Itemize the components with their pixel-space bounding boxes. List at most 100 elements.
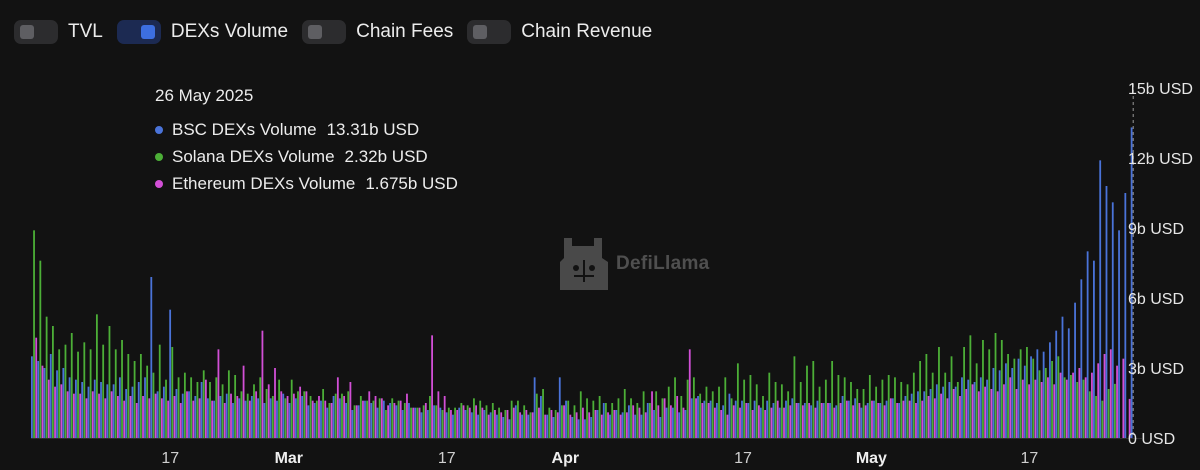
bar-ethereum[interactable]: [274, 368, 276, 438]
bar-solana[interactable]: [1114, 383, 1116, 438]
bar-solana[interactable]: [221, 384, 224, 438]
bar-bsc[interactable]: [370, 403, 373, 438]
bar-ethereum[interactable]: [179, 403, 182, 438]
bar-solana[interactable]: [561, 405, 563, 438]
bar-bsc[interactable]: [1124, 193, 1127, 438]
bar-ethereum[interactable]: [1097, 363, 1100, 438]
bar-bsc[interactable]: [326, 407, 329, 438]
bar-ethereum[interactable]: [481, 407, 484, 438]
bar-bsc[interactable]: [376, 407, 379, 438]
bar-ethereum[interactable]: [713, 407, 716, 438]
bar-bsc[interactable]: [1099, 160, 1102, 438]
bar-bsc[interactable]: [502, 417, 505, 438]
bar-ethereum[interactable]: [418, 407, 421, 438]
bar-solana[interactable]: [529, 412, 532, 438]
bar-solana[interactable]: [171, 347, 174, 438]
bar-solana[interactable]: [127, 354, 130, 438]
bar-solana[interactable]: [215, 377, 218, 438]
bar-solana[interactable]: [824, 379, 827, 438]
bar-bsc[interactable]: [797, 403, 800, 438]
bar-bsc[interactable]: [332, 396, 335, 438]
bar-ethereum[interactable]: [594, 410, 597, 438]
bar-ethereum[interactable]: [839, 403, 842, 438]
bar-bsc[interactable]: [1067, 328, 1070, 438]
bar-solana[interactable]: [347, 391, 350, 438]
bar-ethereum[interactable]: [915, 403, 917, 438]
bar-ethereum[interactable]: [657, 405, 660, 438]
bar-ethereum[interactable]: [569, 414, 572, 438]
bar-ethereum[interactable]: [443, 396, 446, 438]
bar-solana[interactable]: [630, 398, 632, 438]
bar-bsc[interactable]: [565, 400, 567, 438]
bar-bsc[interactable]: [175, 389, 178, 438]
bar-ethereum[interactable]: [682, 407, 685, 438]
bar-solana[interactable]: [454, 407, 456, 438]
bar-ethereum[interactable]: [1072, 372, 1074, 438]
bar-bsc[interactable]: [803, 403, 806, 438]
bar-solana[interactable]: [711, 391, 714, 438]
bar-ethereum[interactable]: [701, 403, 704, 438]
bar-ethereum[interactable]: [236, 396, 239, 438]
bar-bsc[interactable]: [250, 396, 253, 438]
bar-solana[interactable]: [1026, 347, 1028, 438]
bar-solana[interactable]: [919, 361, 922, 438]
bar-solana[interactable]: [89, 349, 92, 438]
bar-bsc[interactable]: [1055, 330, 1058, 438]
bar-bsc[interactable]: [483, 410, 486, 438]
bar-ethereum[interactable]: [883, 405, 886, 438]
bar-solana[interactable]: [1063, 377, 1066, 438]
bar-bsc[interactable]: [1017, 358, 1020, 438]
bar-ethereum[interactable]: [437, 391, 440, 438]
bar-solana[interactable]: [1088, 391, 1091, 438]
bar-ethereum[interactable]: [318, 396, 320, 438]
bar-solana[interactable]: [636, 403, 639, 438]
bar-bsc[interactable]: [571, 417, 574, 438]
bar-bsc[interactable]: [181, 393, 184, 438]
bar-ethereum[interactable]: [1109, 349, 1112, 438]
bar-bsc[interactable]: [684, 410, 687, 438]
bar-solana[interactable]: [1044, 368, 1047, 438]
bar-bsc[interactable]: [917, 391, 919, 438]
bar-solana[interactable]: [1057, 356, 1060, 438]
bar-ethereum[interactable]: [468, 407, 471, 438]
bar-solana[interactable]: [284, 398, 287, 438]
bar-ethereum[interactable]: [393, 403, 396, 438]
bar-ethereum[interactable]: [431, 335, 433, 438]
bar-ethereum[interactable]: [776, 400, 779, 438]
bar-bsc[interactable]: [395, 405, 398, 438]
bar-ethereum[interactable]: [267, 384, 270, 438]
bar-solana[interactable]: [592, 400, 595, 438]
bar-ethereum[interactable]: [726, 414, 729, 438]
bar-ethereum[interactable]: [1047, 377, 1049, 438]
bar-ethereum[interactable]: [695, 398, 697, 438]
bar-bsc[interactable]: [709, 400, 712, 438]
bar-solana[interactable]: [165, 379, 167, 438]
bar-bsc[interactable]: [653, 410, 655, 438]
bar-solana[interactable]: [359, 396, 362, 438]
bar-bsc[interactable]: [62, 368, 65, 438]
bar-ethereum[interactable]: [487, 414, 490, 438]
bar-ethereum[interactable]: [230, 393, 232, 438]
bar-bsc[interactable]: [477, 414, 479, 438]
bar-bsc[interactable]: [188, 391, 190, 438]
bar-bsc[interactable]: [1130, 127, 1133, 439]
bar-ethereum[interactable]: [292, 393, 295, 438]
bar-ethereum[interactable]: [827, 403, 829, 438]
bar-solana[interactable]: [831, 361, 834, 438]
bar-solana[interactable]: [1038, 370, 1041, 438]
bar-ethereum[interactable]: [921, 400, 924, 438]
bar-bsc[interactable]: [948, 382, 951, 438]
bar-bsc[interactable]: [1080, 279, 1083, 438]
bar-ethereum[interactable]: [148, 398, 151, 438]
bar-bsc[interactable]: [452, 414, 454, 438]
bar-ethereum[interactable]: [104, 398, 107, 438]
bar-ethereum[interactable]: [833, 407, 836, 438]
bar-solana[interactable]: [1095, 396, 1097, 438]
bar-ethereum[interactable]: [1021, 379, 1024, 438]
bar-bsc[interactable]: [200, 382, 203, 438]
bar-solana[interactable]: [183, 372, 186, 438]
bar-bsc[interactable]: [533, 377, 536, 438]
bar-solana[interactable]: [768, 372, 771, 438]
bar-solana[interactable]: [121, 340, 123, 438]
bar-ethereum[interactable]: [1116, 365, 1118, 438]
